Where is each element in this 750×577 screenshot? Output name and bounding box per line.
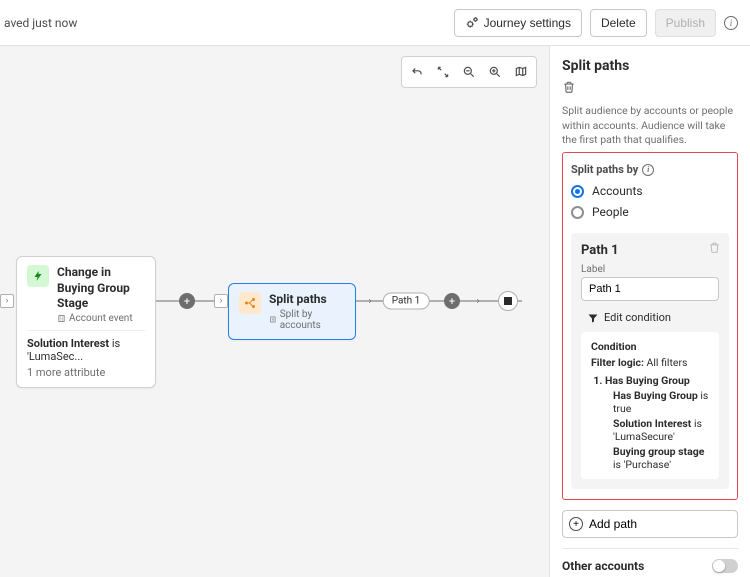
- add-node-button[interactable]: +: [179, 293, 195, 309]
- chevron-right-icon: ›: [474, 297, 482, 305]
- publish-button: Publish: [655, 9, 716, 37]
- delete-path-button[interactable]: [708, 241, 721, 254]
- condition-list: Has Buying Group Has Buying Group is tru…: [591, 374, 711, 471]
- delete-button[interactable]: Delete: [590, 9, 647, 37]
- other-accounts-row: Other accounts: [562, 559, 738, 573]
- split-config-section: Split paths by i Accounts People Path 1 …: [562, 152, 738, 500]
- plus-circle-icon: +: [569, 517, 583, 531]
- fit-icon[interactable]: [430, 59, 456, 85]
- main: Change in Buying Group Stage Account eve…: [0, 46, 750, 577]
- other-accounts-heading: Other accounts: [562, 559, 644, 573]
- topbar-actions: Journey settings Delete Publish i: [454, 9, 738, 37]
- path-card: Path 1 Label Edit condition Condition Fi…: [571, 233, 729, 489]
- split-by-radio-group: Accounts People: [571, 184, 729, 219]
- building-icon: [57, 314, 66, 323]
- condition-box: Condition Filter logic: All filters Has …: [581, 332, 719, 479]
- journey-canvas[interactable]: Change in Buying Group Stage Account eve…: [0, 46, 550, 577]
- node-title: Split paths: [269, 292, 345, 308]
- save-status: aved just now: [0, 16, 77, 30]
- top-bar: aved just now Journey settings Delete Pu…: [0, 0, 750, 46]
- split-icon: [239, 292, 261, 314]
- node-attributes: Solution Interest is 'LumaSec... 1 more …: [27, 330, 145, 379]
- journey-settings-button[interactable]: Journey settings: [454, 9, 582, 37]
- node-split-paths[interactable]: Split paths Split by accounts: [228, 283, 356, 340]
- path-label-pill[interactable]: Path 1: [383, 293, 430, 310]
- chevron-right-icon: ›: [0, 294, 14, 308]
- radio-accounts[interactable]: Accounts: [571, 184, 729, 198]
- info-icon[interactable]: i: [642, 164, 654, 176]
- edit-condition-button[interactable]: Edit condition: [581, 311, 719, 324]
- canvas-toolbar: [401, 56, 537, 88]
- path-heading: Path 1: [581, 243, 719, 258]
- undo-icon[interactable]: [404, 59, 430, 85]
- divider: [562, 548, 738, 549]
- map-icon[interactable]: [508, 59, 534, 85]
- node-subtype: Account event: [57, 313, 145, 324]
- zoom-in-icon[interactable]: [482, 59, 508, 85]
- radio-people[interactable]: People: [571, 205, 729, 219]
- info-icon[interactable]: i: [724, 16, 738, 30]
- building-icon: [269, 315, 277, 324]
- end-node[interactable]: [498, 291, 518, 311]
- panel-description: Split audience by accounts or people wit…: [562, 104, 738, 148]
- label-field-label: Label: [581, 264, 719, 275]
- chevron-right-icon: ›: [214, 294, 228, 308]
- filter-icon: [587, 312, 599, 324]
- delete-node-button[interactable]: [562, 80, 576, 94]
- add-path-button[interactable]: + Add path: [562, 510, 738, 538]
- filter-logic: Filter logic: All filters: [591, 356, 711, 369]
- chevron-right-icon: ›: [366, 297, 374, 305]
- lightning-icon: [27, 265, 49, 287]
- path-label-input[interactable]: [581, 277, 719, 301]
- other-accounts-toggle[interactable]: [712, 559, 738, 573]
- panel-title: Split paths: [562, 58, 738, 74]
- node-title: Change in Buying Group Stage: [57, 265, 145, 312]
- split-by-label: Split paths by i: [571, 163, 729, 176]
- node-account-event[interactable]: Change in Buying Group Stage Account eve…: [16, 256, 156, 388]
- condition-heading: Condition: [591, 340, 711, 353]
- gear-icon: [465, 16, 479, 30]
- node-subtype: Split by accounts: [269, 309, 345, 331]
- add-node-button[interactable]: +: [444, 293, 460, 309]
- zoom-out-icon[interactable]: [456, 59, 482, 85]
- right-panel: Split paths Split audience by accounts o…: [550, 46, 750, 577]
